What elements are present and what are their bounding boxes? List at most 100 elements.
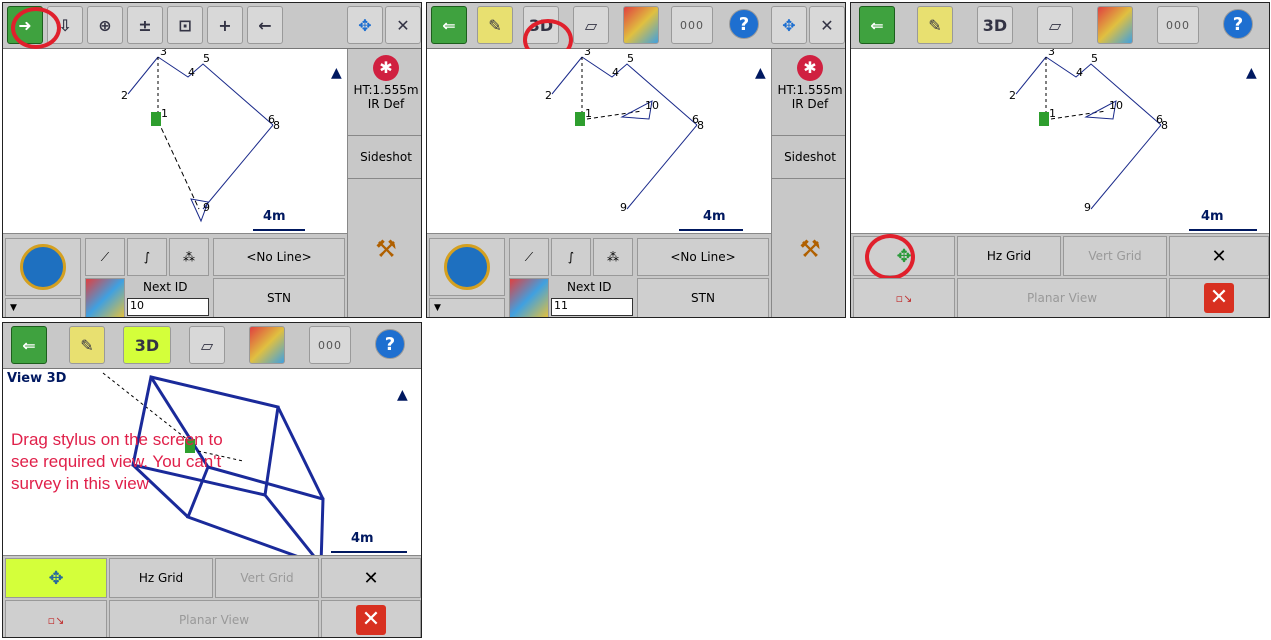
map-sheets-icon[interactable]: ▱ (189, 326, 225, 364)
hz-grid-button[interactable]: Hz Grid (957, 236, 1061, 276)
planar-view-button[interactable]: Planar View (109, 600, 319, 637)
compass-button[interactable] (429, 238, 505, 296)
layers-icon[interactable]: ✎ (477, 6, 513, 44)
pan-icon[interactable]: ✥ (347, 6, 383, 44)
scale-label: 4m (263, 209, 286, 224)
vert-grid-button[interactable]: Vert Grid (215, 558, 319, 598)
point-select-icon[interactable]: ▫↘ (5, 600, 107, 637)
line-tool-icon[interactable]: ⟋ (509, 238, 549, 276)
dropdown-arrow-icon[interactable]: ▼ (5, 298, 81, 317)
next-id-input[interactable]: 11 (551, 298, 633, 316)
north-arrow-icon: ▲ (1246, 65, 1257, 81)
svg-text:8: 8 (1161, 119, 1168, 132)
map-view[interactable]: 3 2 4 5 1 10 6 8 9 ▲ 4m (427, 45, 770, 233)
bottom-panel: ✥ Hz Grid Vert Grid ✕ ▫↘ Planar View ✕ (851, 233, 1269, 317)
tools-icon[interactable]: ✕ (1169, 236, 1269, 276)
compass-button[interactable] (5, 238, 81, 296)
help-icon[interactable]: ? (1223, 9, 1253, 39)
code-color-icon[interactable] (509, 278, 549, 317)
target-info[interactable]: ✱ HT:1.555m IR Def (348, 49, 421, 136)
bottom-panel: ✥ Hz Grid Vert Grid ✕ ▫↘ Planar View ✕ (3, 555, 421, 637)
zoom-plus-minus-icon[interactable]: ± (127, 6, 163, 44)
svg-text:9: 9 (620, 201, 627, 214)
map-view-3d[interactable]: View 3D ▲ Drag stylus on the screen to s… (3, 369, 421, 559)
zoom-in-icon[interactable]: + (207, 6, 243, 44)
svg-text:9: 9 (203, 201, 210, 214)
svg-text:4: 4 (188, 66, 195, 79)
layers-icon[interactable]: ✎ (917, 6, 953, 44)
map-color-icon[interactable] (623, 6, 659, 44)
point-tool-icon[interactable]: ⁂ (593, 238, 633, 276)
zoom-window-icon[interactable]: ⊡ (167, 6, 203, 44)
target-info[interactable]: ✱ HT:1.555m IR Def (772, 49, 845, 136)
next-id-input[interactable]: 10 (127, 298, 209, 316)
vert-grid-button[interactable]: Vert Grid (1063, 236, 1167, 276)
survey-panel-1: ➜ ⇩ ⊕ ± ⊡ + ← ✥ ✕ 3 2 4 5 1 6 8 9 ▲ 4m ✱… (2, 2, 422, 318)
next-id-label: Next ID (143, 280, 188, 294)
polyline-tool-icon[interactable]: ∫ (127, 238, 167, 276)
planar-view-button[interactable]: Planar View (957, 278, 1167, 317)
stn-button[interactable]: STN (637, 278, 769, 317)
close-icon[interactable]: ✕ (321, 600, 421, 637)
pan-icon[interactable]: ✥ (771, 6, 807, 44)
map-sheets-icon[interactable]: ▱ (573, 6, 609, 44)
point-select-icon[interactable]: ▫↘ (853, 278, 955, 317)
point-tool-icon[interactable]: ⁂ (169, 238, 209, 276)
close-x-icon: ✕ (356, 605, 386, 635)
back-arrow-icon[interactable]: ← (247, 6, 283, 44)
hz-grid-button[interactable]: Hz Grid (109, 558, 213, 598)
line-select-button[interactable]: <No Line> (213, 238, 345, 276)
toolbar: ⇐ ✎ 3D ▱ 000 ? (851, 3, 1269, 49)
prism-label: IR Def (791, 97, 829, 111)
back-arrow-icon[interactable]: ⇐ (431, 6, 467, 44)
right-panel: ✱ HT:1.555m IR Def Sideshot ⚒ (347, 49, 421, 317)
sideshot-button[interactable]: Sideshot (772, 136, 845, 179)
3d-view-icon[interactable]: 3D (123, 326, 171, 364)
sideshot-button[interactable]: Sideshot (348, 136, 421, 179)
orbit-3d-button[interactable]: ✥ (5, 558, 107, 598)
north-arrow-icon: ▲ (397, 387, 408, 403)
map-view[interactable]: 3 2 4 5 1 6 8 9 ▲ 4m (3, 45, 346, 233)
keypad-icon[interactable]: 000 (1157, 6, 1199, 44)
stn-button[interactable]: STN (213, 278, 345, 317)
zoom-all-icon[interactable]: ⊕ (87, 6, 123, 44)
dropdown-arrow-icon[interactable]: ▼ (429, 298, 505, 317)
help-icon[interactable]: ? (375, 329, 405, 359)
back-arrow-icon[interactable]: ⇐ (859, 6, 895, 44)
survey-panel-4: ⇐ ✎ 3D ▱ 000 ? View 3D ▲ Drag stylus on … (2, 322, 422, 638)
scale-label: 4m (1201, 209, 1224, 224)
tools-icon[interactable]: ✕ (385, 6, 421, 44)
polyline-tool-icon[interactable]: ∫ (551, 238, 591, 276)
instrument-icon[interactable]: ⚒ (348, 219, 421, 279)
keypad-icon[interactable]: 000 (671, 6, 713, 44)
bottom-panel: ▼ ⟋ ∫ ⁂ <No Line> Next ID 10 STN (3, 233, 347, 317)
scale-bar (1189, 229, 1257, 231)
code-color-icon[interactable] (85, 278, 125, 317)
svg-text:4: 4 (1076, 66, 1083, 79)
line-tool-icon[interactable]: ⟋ (85, 238, 125, 276)
svg-text:3: 3 (1048, 49, 1055, 58)
map-view[interactable]: 3 2 4 5 1 10 6 8 9 ▲ 4m (851, 45, 1269, 233)
instrument-icon[interactable]: ⚒ (772, 219, 845, 279)
svg-text:5: 5 (1091, 52, 1098, 65)
north-arrow-icon: ▲ (331, 65, 342, 81)
close-icon[interactable]: ✕ (1169, 278, 1269, 317)
help-icon[interactable]: ? (729, 9, 759, 39)
back-arrow-icon[interactable]: ⇐ (11, 326, 47, 364)
svg-text:2: 2 (545, 89, 552, 102)
map-color-icon[interactable] (1097, 6, 1133, 44)
compass-icon (444, 244, 490, 290)
prism-label: IR Def (367, 97, 405, 111)
tools-icon[interactable]: ✕ (321, 558, 421, 598)
svg-text:8: 8 (697, 119, 704, 132)
line-select-button[interactable]: <No Line> (637, 238, 769, 276)
scale-label: 4m (351, 531, 374, 546)
layers-icon[interactable]: ✎ (69, 326, 105, 364)
map-color-icon[interactable] (249, 326, 285, 364)
keypad-icon[interactable]: 000 (309, 326, 351, 364)
traverse-plot: 3 2 4 5 1 10 6 8 9 ▲ (545, 45, 766, 214)
map-sheets-icon[interactable]: ▱ (1037, 6, 1073, 44)
tools-icon[interactable]: ✕ (809, 6, 845, 44)
height-label: HT:1.555m (353, 83, 419, 97)
3d-view-icon[interactable]: 3D (977, 6, 1013, 44)
